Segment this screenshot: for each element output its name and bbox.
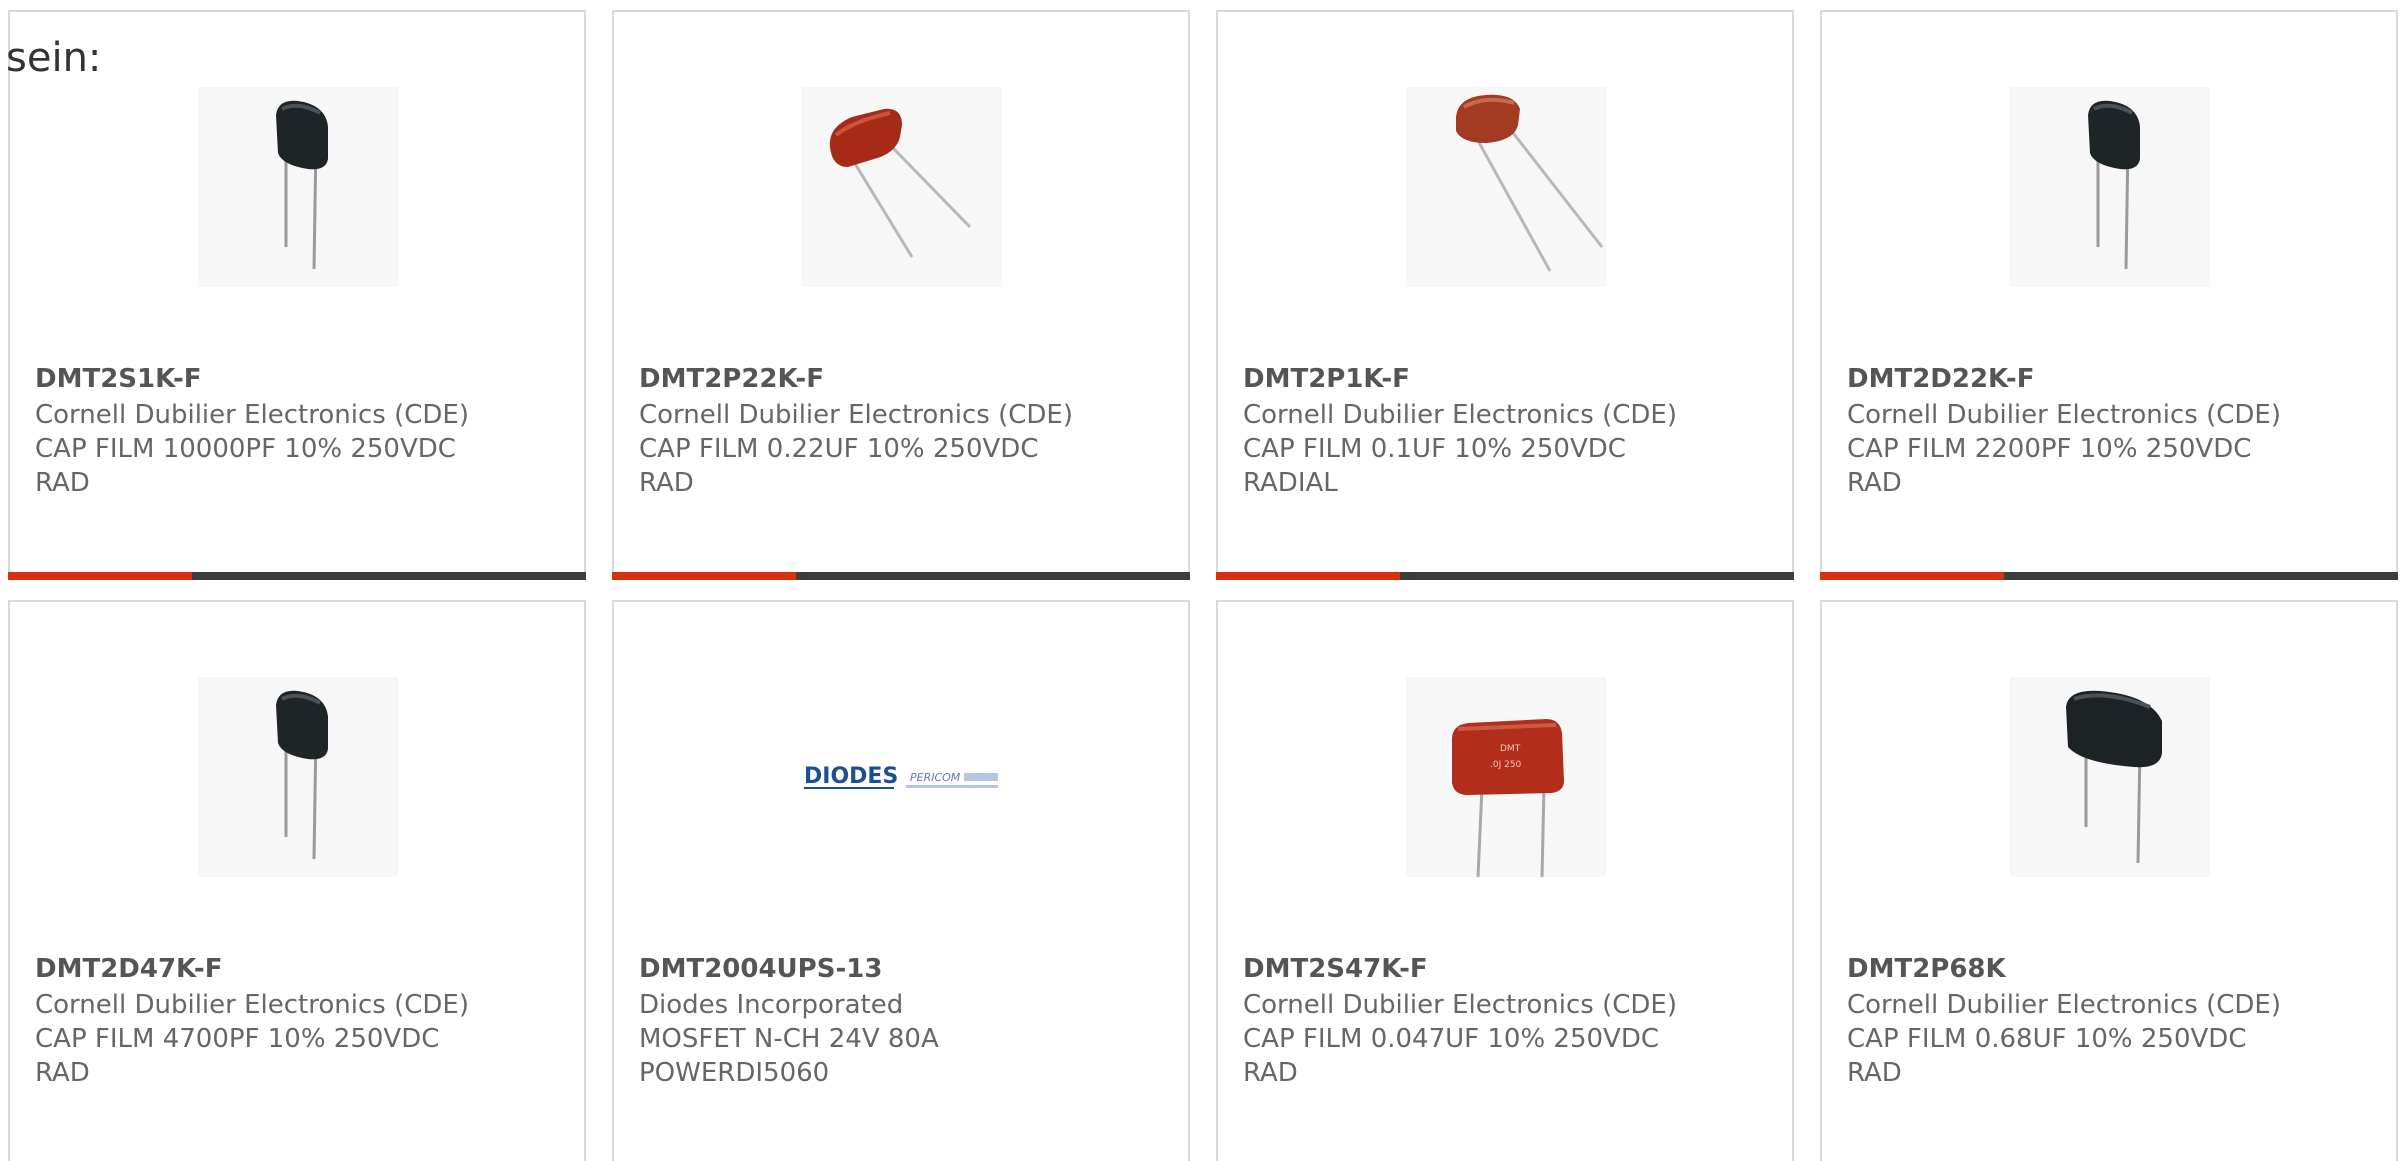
card-bottom-bar — [1216, 572, 1794, 580]
manufacturer: Cornell Dubilier Electronics (CDE) — [639, 400, 1073, 430]
card-bottom-bar — [8, 572, 586, 580]
product-card[interactable]: DMT .0J 250 DMT2S47K-F Cornell Dubilier … — [1216, 600, 1794, 1161]
black-film-capacitor-icon — [276, 690, 328, 860]
black-film-capacitor-icon — [276, 100, 328, 270]
product-card[interactable]: DIODES PERICOM DMT2004UPS-13 Diodes Inco… — [612, 600, 1190, 1161]
product-image[interactable]: DIODES PERICOM — [802, 677, 1002, 877]
description-line: POWERDI5060 — [639, 1058, 830, 1088]
description-line: CAP FILM 4700PF 10% 250VDC — [35, 1024, 440, 1054]
lead-text: sein: — [6, 35, 102, 81]
manufacturer: Cornell Dubilier Electronics (CDE) — [1243, 990, 1677, 1020]
description-line: RADIAL — [1243, 468, 1338, 498]
manufacturer: Diodes Incorporated — [639, 990, 904, 1020]
product-image[interactable] — [198, 677, 398, 877]
manufacturer: Cornell Dubilier Electronics (CDE) — [1847, 990, 2281, 1020]
part-number[interactable]: DMT2D47K-F — [35, 954, 222, 984]
description-line: RAD — [639, 468, 694, 498]
description-line: CAP FILM 0.047UF 10% 250VDC — [1243, 1024, 1660, 1054]
product-description: Cornell Dubilier Electronics (CDE) CAP F… — [1847, 398, 2377, 500]
part-number[interactable]: DMT2P68K — [1847, 954, 2006, 984]
description-line: CAP FILM 0.68UF 10% 250VDC — [1847, 1024, 2247, 1054]
product-image[interactable] — [802, 87, 1002, 287]
product-card[interactable]: DMT2P1K-F Cornell Dubilier Electronics (… — [1216, 10, 1794, 580]
product-card[interactable]: DMT2P68K Cornell Dubilier Electronics (C… — [1820, 600, 2398, 1161]
description-line: CAP FILM 0.1UF 10% 250VDC — [1243, 434, 1626, 464]
product-image[interactable]: DMT .0J 250 — [1406, 677, 1606, 877]
svg-text:.0J 250: .0J 250 — [1490, 760, 1522, 770]
product-description: Diodes Incorporated MOSFET N-CH 24V 80A … — [639, 988, 1169, 1090]
product-card[interactable]: DMT2D22K-F Cornell Dubilier Electronics … — [1820, 10, 2398, 580]
part-number[interactable]: DMT2P22K-F — [639, 364, 824, 394]
description-line: RAD — [35, 468, 90, 498]
black-film-capacitor-icon — [2088, 100, 2140, 270]
product-image[interactable] — [1406, 87, 1606, 287]
product-card[interactable]: DMT2D47K-F Cornell Dubilier Electronics … — [8, 600, 586, 1161]
product-description: Cornell Dubilier Electronics (CDE) CAP F… — [639, 398, 1169, 500]
description-line: CAP FILM 2200PF 10% 250VDC — [1847, 434, 2252, 464]
card-accent-bar — [612, 572, 796, 580]
product-image[interactable] — [2010, 87, 2210, 287]
part-number[interactable]: DMT2S47K-F — [1243, 954, 1428, 984]
description-line: CAP FILM 0.22UF 10% 250VDC — [639, 434, 1039, 464]
product-description: Cornell Dubilier Electronics (CDE) CAP F… — [1847, 988, 2377, 1090]
product-description: Cornell Dubilier Electronics (CDE) CAP F… — [35, 988, 565, 1090]
description-line: RAD — [1847, 468, 1902, 498]
part-number[interactable]: DMT2P1K-F — [1243, 364, 1410, 394]
pericom-logo-text: PERICOM — [910, 771, 961, 784]
card-bottom-bar — [612, 572, 1190, 580]
description-line: RAD — [1847, 1058, 1902, 1088]
card-accent-bar — [1216, 572, 1400, 580]
red-film-capacitor-icon — [1456, 94, 1604, 272]
product-grid-page: sein: DMT2S1K-F Cornell Dubilier Electro… — [0, 0, 2400, 1161]
card-bottom-bar — [1820, 572, 2398, 580]
part-number[interactable]: DMT2D22K-F — [1847, 364, 2034, 394]
description-line: MOSFET N-CH 24V 80A — [639, 1024, 939, 1054]
manufacturer: Cornell Dubilier Electronics (CDE) — [35, 400, 469, 430]
manufacturer: Cornell Dubilier Electronics (CDE) — [1243, 400, 1677, 430]
product-card[interactable]: DMT2S1K-F Cornell Dubilier Electronics (… — [8, 10, 586, 580]
part-number[interactable]: DMT2004UPS-13 — [639, 954, 882, 984]
diodes-pericom-logo-icon: DIODES PERICOM — [804, 764, 998, 789]
diodes-logo-text: DIODES — [804, 764, 898, 789]
product-card[interactable]: DMT2P22K-F Cornell Dubilier Electronics … — [612, 10, 1190, 580]
card-accent-bar — [1820, 572, 2004, 580]
product-description: Cornell Dubilier Electronics (CDE) CAP F… — [1243, 988, 1773, 1090]
description-line: RAD — [1243, 1058, 1298, 1088]
manufacturer: Cornell Dubilier Electronics (CDE) — [1847, 400, 2281, 430]
product-description: Cornell Dubilier Electronics (CDE) CAP F… — [1243, 398, 1773, 500]
description-line: RAD — [35, 1058, 90, 1088]
product-image[interactable] — [198, 87, 398, 287]
product-description: Cornell Dubilier Electronics (CDE) CAP F… — [35, 398, 565, 500]
part-number[interactable]: DMT2S1K-F — [35, 364, 202, 394]
description-line: CAP FILM 10000PF 10% 250VDC — [35, 434, 456, 464]
card-accent-bar — [8, 572, 192, 580]
black-film-capacitor-icon — [2066, 690, 2162, 864]
red-box-capacitor-icon: DMT .0J 250 — [1452, 719, 1564, 877]
red-film-capacitor-icon — [829, 108, 972, 258]
product-image[interactable] — [2010, 677, 2210, 877]
svg-text:DMT: DMT — [1500, 744, 1521, 754]
manufacturer: Cornell Dubilier Electronics (CDE) — [35, 990, 469, 1020]
